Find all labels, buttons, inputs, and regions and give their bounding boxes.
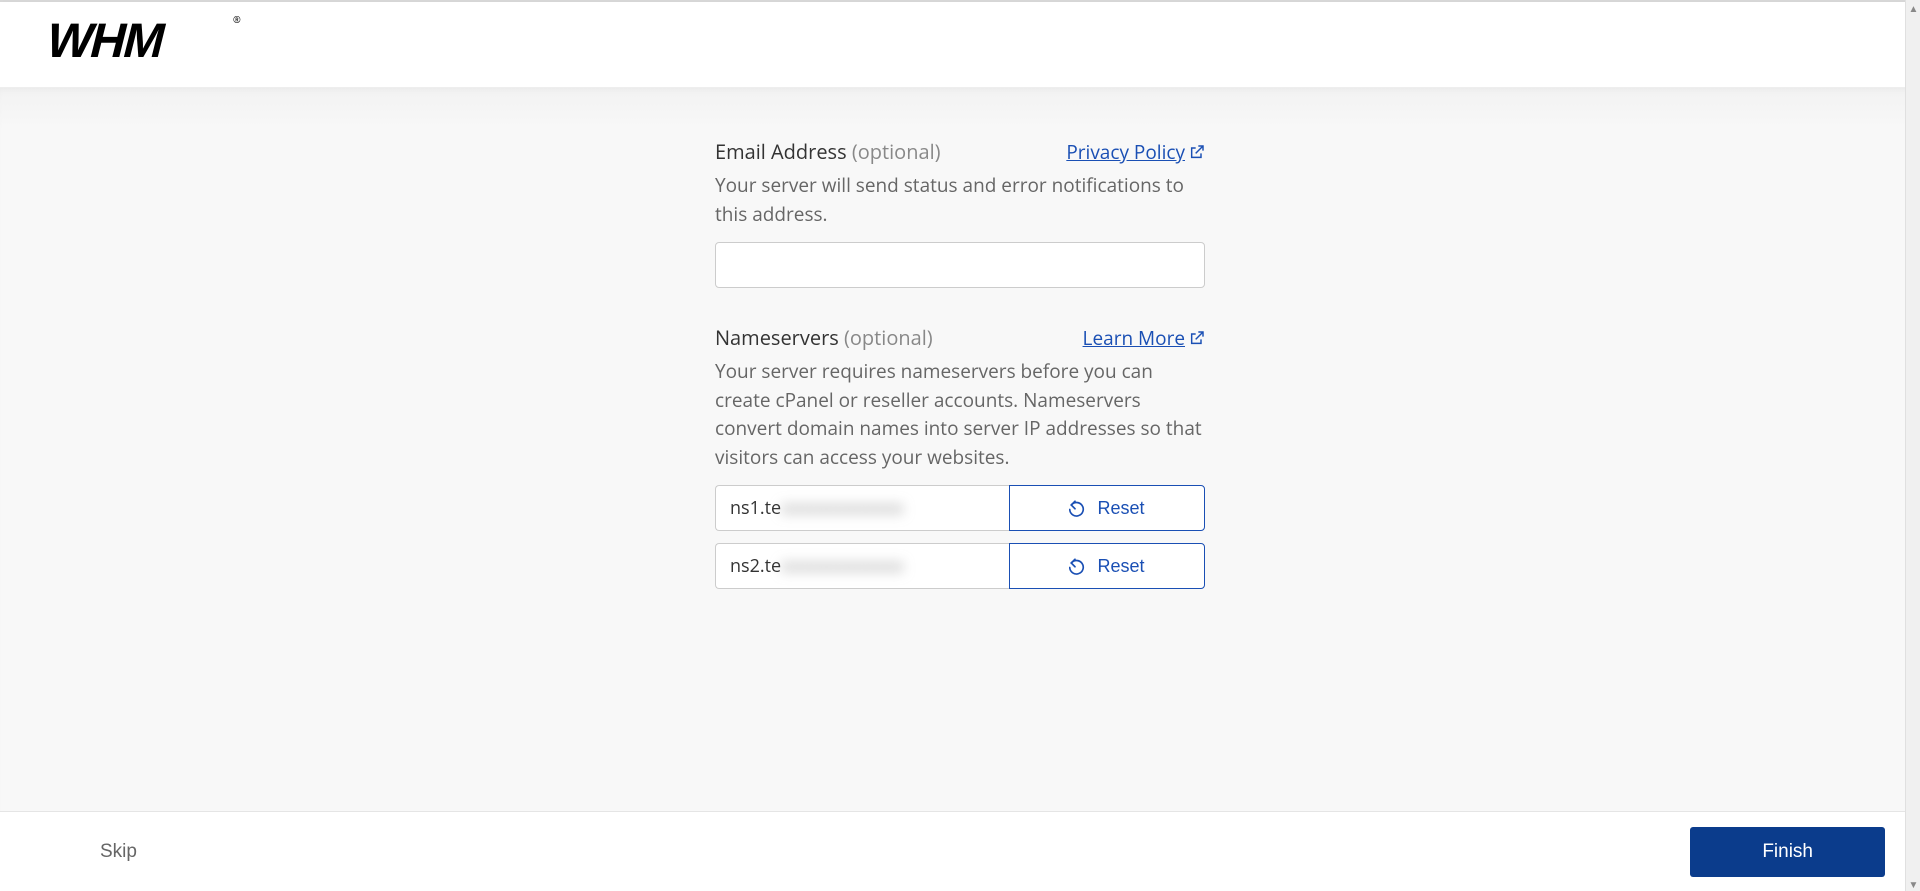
whm-logo: WHM ®	[20, 12, 250, 68]
external-link-icon	[1189, 144, 1205, 160]
vertical-scrollbar[interactable]: ▲ ▼	[1905, 0, 1920, 891]
skip-button[interactable]: Skip	[100, 841, 137, 863]
nameservers-helper-text: Your server requires nameservers before …	[715, 357, 1205, 471]
email-helper-text: Your server will send status and error n…	[715, 171, 1205, 228]
scroll-down-arrow[interactable]: ▼	[1906, 876, 1920, 891]
nameserver-2-input[interactable]: ns2.texxxxxxxxxxxxx	[715, 543, 1009, 589]
nameserver-row-2: ns2.texxxxxxxxxxxxx Reset	[715, 543, 1205, 589]
email-field-block: Email Address (optional) Privacy Policy …	[715, 138, 1205, 288]
privacy-policy-link[interactable]: Privacy Policy	[1066, 139, 1205, 165]
external-link-icon	[1189, 330, 1205, 346]
undo-icon	[1069, 499, 1087, 517]
app-header: WHM ®	[0, 2, 1920, 88]
learn-more-link[interactable]: Learn More	[1083, 325, 1205, 351]
email-label: Email Address (optional)	[715, 138, 941, 165]
main-content: Email Address (optional) Privacy Policy …	[0, 88, 1920, 817]
undo-icon	[1069, 557, 1087, 575]
nameserver-row-1: ns1.texxxxxxxxxxxxx Reset	[715, 485, 1205, 531]
nameserver-1-reset-button[interactable]: Reset	[1009, 485, 1205, 531]
svg-text:®: ®	[233, 13, 241, 26]
wizard-footer: Skip Finish	[0, 811, 1905, 891]
nameservers-field-block: Nameservers (optional) Learn More Your s…	[715, 324, 1205, 589]
email-input[interactable]	[715, 242, 1205, 288]
nameserver-1-input[interactable]: ns1.texxxxxxxxxxxxx	[715, 485, 1009, 531]
scroll-up-arrow[interactable]: ▲	[1906, 0, 1920, 15]
svg-text:WHM: WHM	[41, 13, 170, 67]
finish-button[interactable]: Finish	[1690, 827, 1885, 877]
nameservers-label: Nameservers (optional)	[715, 324, 933, 351]
setup-form: Email Address (optional) Privacy Policy …	[715, 138, 1205, 589]
nameserver-2-reset-button[interactable]: Reset	[1009, 543, 1205, 589]
